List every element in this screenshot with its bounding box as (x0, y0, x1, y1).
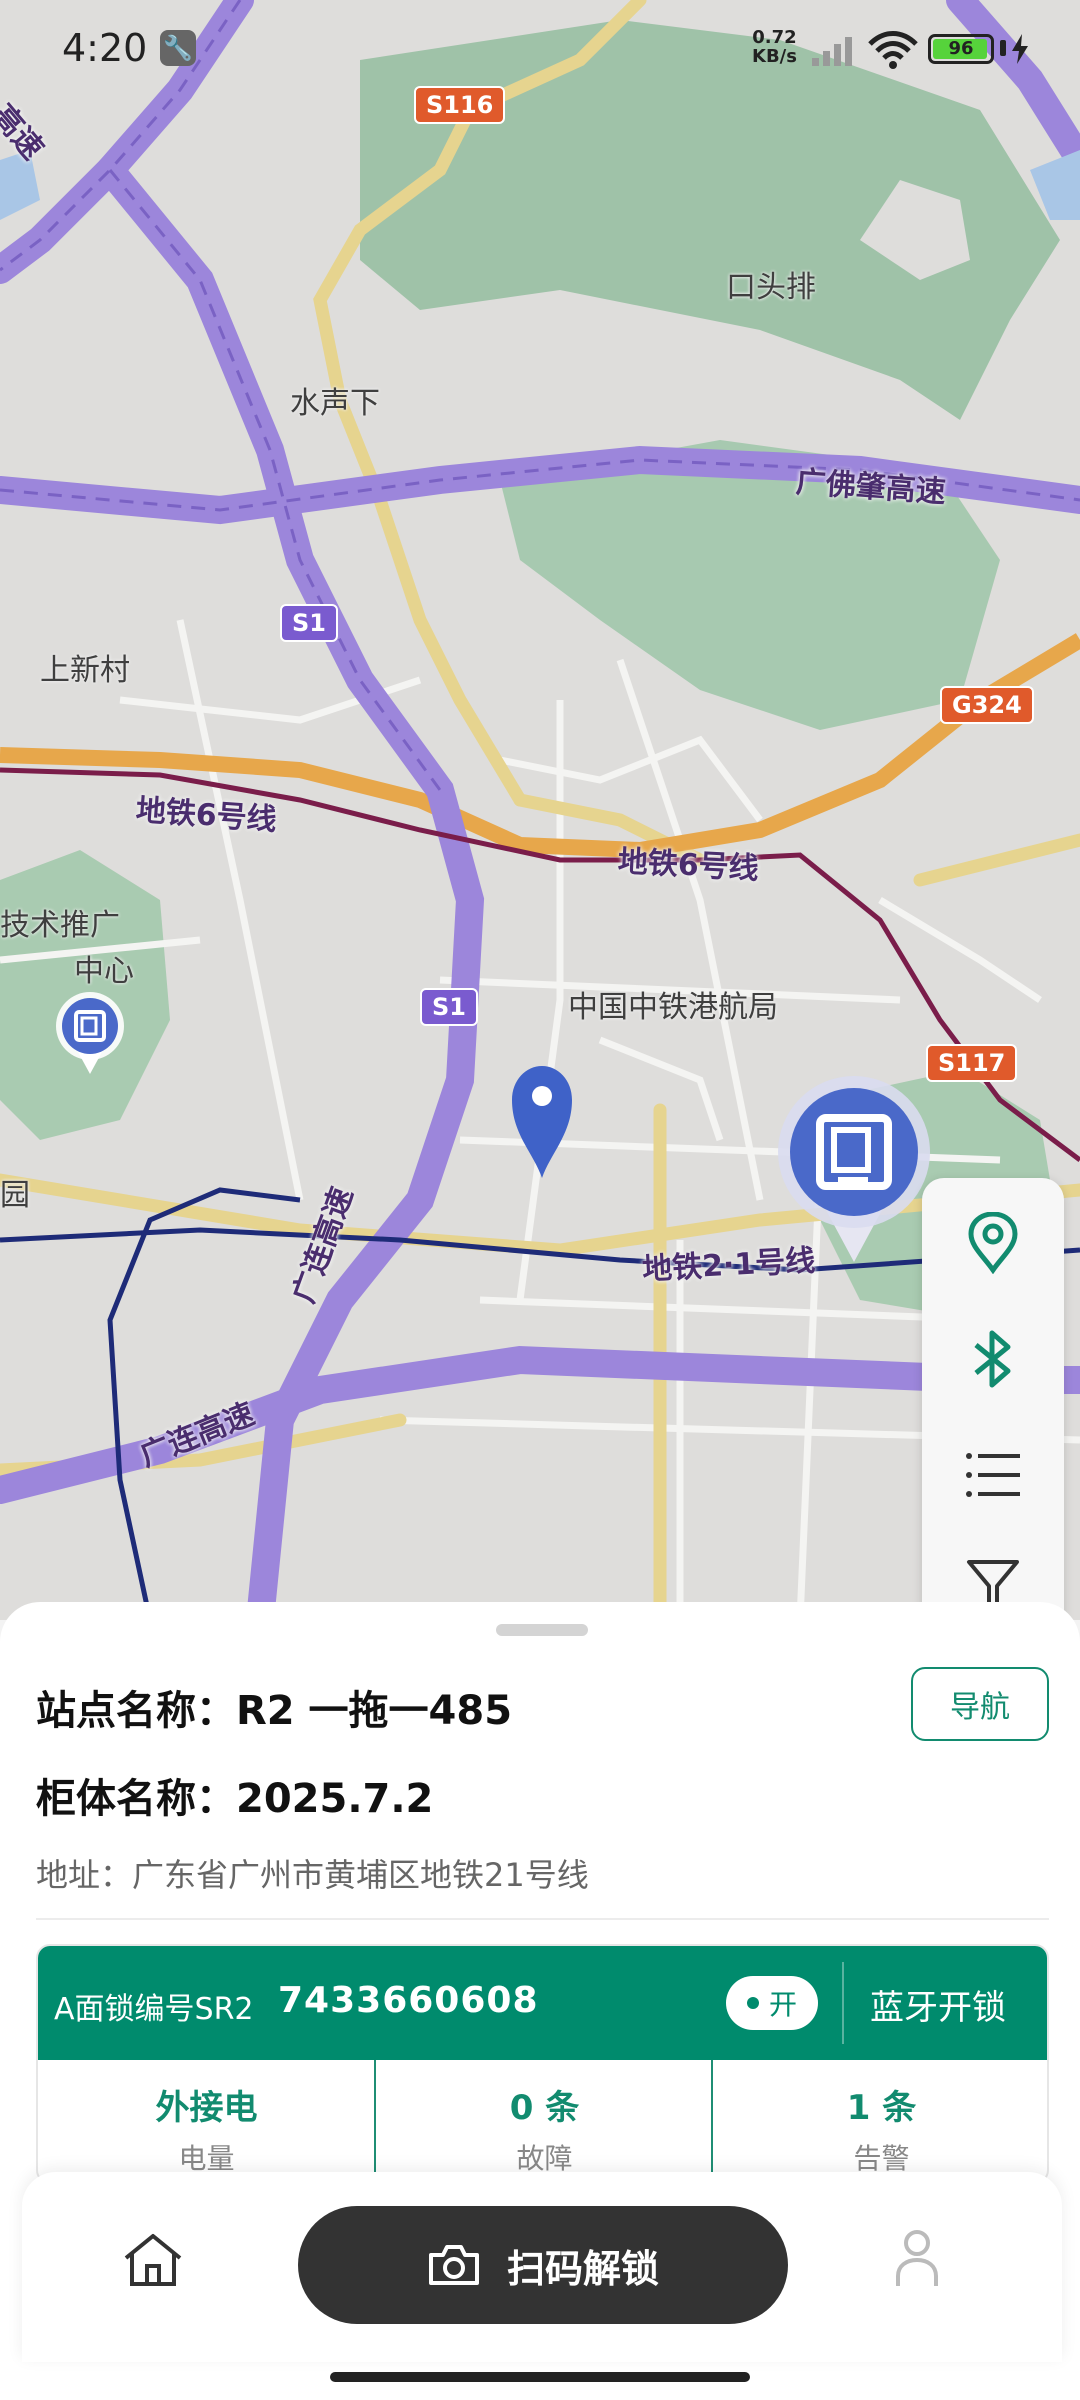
locate-button[interactable] (922, 1188, 1064, 1298)
user-icon (896, 2230, 938, 2286)
toggle-dot (746, 1997, 759, 2009)
profile-tab[interactable] (894, 2228, 940, 2292)
navigate-button[interactable]: 导航 (911, 1667, 1049, 1741)
list-icon (966, 1453, 1020, 1497)
stat-value: 0 条 (509, 2088, 580, 2128)
header-separator (842, 1962, 844, 2044)
network-speed: 0.72 KB/s (752, 28, 797, 66)
station-name: 站点名称：R2 一拖一485 (36, 1688, 513, 1734)
map-toolbar (922, 1178, 1064, 1638)
lock-number: 7433660608 (278, 1980, 539, 2021)
road-shield: S1 (420, 988, 478, 1026)
road-shield: S117 (926, 1044, 1018, 1082)
bottom-nav: 扫码解锁 (22, 2172, 1062, 2362)
cabinet-name: 柜体名称：2025.7.2 (36, 1776, 434, 1822)
road-shield: S1 (280, 604, 338, 642)
bluetooth-icon (974, 1330, 1011, 1388)
clock: 4:20 (62, 26, 148, 70)
lock-status-toggle[interactable]: 开 (726, 1976, 818, 2030)
place-label: 水声下 (290, 386, 380, 421)
address: 地址：广东省广州市黄埔区地铁21号线 (36, 1856, 589, 1894)
location-icon (968, 1212, 1018, 1274)
home-tab[interactable] (122, 2232, 184, 2292)
stat-label: 故障 (516, 2142, 573, 2175)
stat-value: 外接电 (155, 2088, 258, 2128)
scan-unlock-button[interactable]: 扫码解锁 (298, 2206, 788, 2324)
battery-level: 96 (948, 38, 974, 59)
place-label: 园 (0, 1178, 30, 1213)
signal-icon (810, 34, 856, 72)
stat-label: 告警 (853, 2142, 910, 2175)
wrench-icon: 🔧 (160, 30, 196, 66)
road-label: 地铁6号线 (616, 844, 760, 887)
lock-card: A面锁编号SR2 7433660608 开 蓝牙开锁 外接电 电量 0 条 故障… (36, 1944, 1049, 2184)
divider (36, 1918, 1049, 1920)
charging-icon (1010, 34, 1030, 68)
sheet-handle[interactable] (496, 1624, 588, 1636)
stat-value: 1 条 (846, 2088, 917, 2128)
gesture-bar[interactable] (330, 2372, 750, 2382)
map-view[interactable]: 口头排 水声下 上新村 中国中铁港航局 技术推广 中心 园 广佛肇高速 地铁6号… (0, 0, 1080, 1620)
battery-icon: 96 (928, 34, 994, 64)
wifi-icon (866, 30, 920, 74)
list-button[interactable] (922, 1420, 1064, 1530)
status-bar: 4:20 🔧 0.72 KB/s 96 (0, 0, 1080, 96)
lock-header: A面锁编号SR2 7433660608 开 蓝牙开锁 (38, 1946, 1047, 2060)
lock-label: A面锁编号SR2 (54, 1992, 254, 2027)
place-label: 中国中铁港航局 (568, 990, 778, 1025)
network-speed-unit: KB/s (752, 46, 797, 67)
road-shield: G324 (940, 686, 1034, 724)
network-speed-value: 0.72 (752, 27, 797, 48)
stat-faults[interactable]: 0 条 故障 (376, 2060, 713, 2182)
cabinet-marker-icon[interactable] (776, 1074, 932, 1268)
toggle-label: 开 (768, 1988, 797, 2021)
camera-icon (428, 2245, 479, 2285)
place-label: 口头排 (726, 270, 816, 305)
place-label: 技术推广 (0, 908, 120, 943)
cabinet-marker-icon[interactable] (54, 990, 126, 1080)
bluetooth-button[interactable] (922, 1304, 1064, 1414)
stat-power[interactable]: 外接电 电量 (38, 2060, 375, 2182)
filter-icon (967, 1560, 1019, 1606)
place-label: 上新村 (40, 653, 130, 688)
scan-unlock-label: 扫码解锁 (506, 2246, 659, 2291)
stat-label: 电量 (178, 2142, 235, 2175)
stat-alarms[interactable]: 1 条 告警 (713, 2060, 1047, 2182)
place-label: 中心 (74, 954, 134, 989)
bluetooth-unlock-button[interactable]: 蓝牙开锁 (870, 1980, 1006, 2029)
battery-cap (1000, 40, 1006, 56)
home-icon (124, 2234, 182, 2286)
location-pin-icon (508, 1062, 576, 1184)
